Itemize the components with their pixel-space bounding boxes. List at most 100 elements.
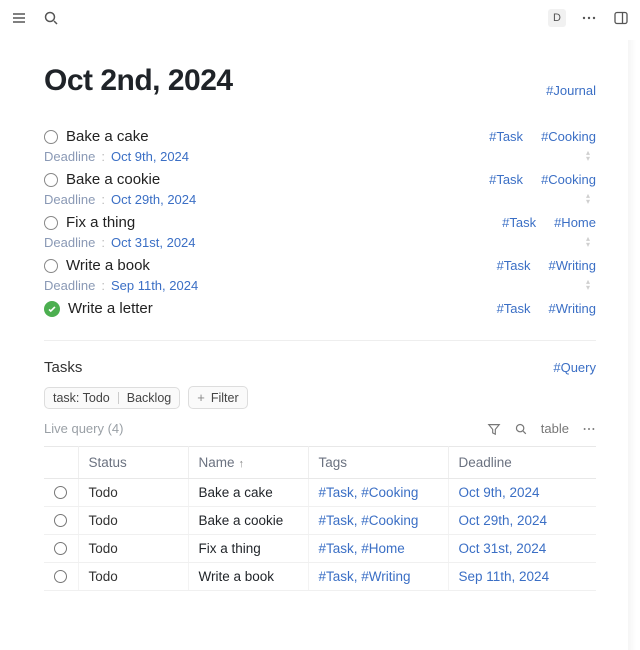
task-tag[interactable]: #Writing: [549, 258, 596, 273]
menu-icon[interactable]: [10, 9, 28, 27]
cell-tags: #Task, #Cooking: [308, 479, 448, 507]
cell-name[interactable]: Fix a thing: [188, 535, 308, 563]
deadline-colon: :: [101, 278, 105, 293]
table-row[interactable]: TodoBake a cookie#Task, #CookingOct 29th…: [44, 507, 596, 535]
cell-tag[interactable]: #Cooking: [361, 485, 418, 500]
title-row: Oct 2nd, 2024 #Journal: [44, 64, 596, 98]
task-title[interactable]: Bake a cookie: [66, 171, 160, 188]
cell-tag[interactable]: #Task: [319, 485, 354, 500]
page-tag[interactable]: #Journal: [546, 83, 596, 98]
col-deadline[interactable]: Deadline: [448, 447, 596, 479]
page-title[interactable]: Oct 2nd, 2024: [44, 64, 233, 98]
topbar-left: [10, 9, 60, 27]
task-row: Bake a cookie #Task #Cooking: [44, 169, 596, 189]
deadline-row: Deadline:Oct 9th, 2024▴▾: [44, 148, 596, 164]
cell-status: Todo: [78, 507, 188, 535]
task-title[interactable]: Fix a thing: [66, 214, 135, 231]
filter-chip-part-a: task: Todo: [53, 391, 110, 405]
search-icon[interactable]: [42, 9, 60, 27]
cell-name[interactable]: Bake a cookie: [188, 507, 308, 535]
checkbox-icon[interactable]: [44, 173, 58, 187]
task-title[interactable]: Write a letter: [68, 300, 153, 317]
stepper-icon[interactable]: ▴▾: [586, 191, 596, 207]
task-tag[interactable]: #Task: [502, 215, 536, 230]
task-tags: #Task #Writing: [497, 301, 596, 316]
cell-checkbox: [44, 563, 78, 591]
task-tag[interactable]: #Home: [554, 215, 596, 230]
live-query-label: Live query (4): [44, 421, 123, 436]
task-tag[interactable]: #Writing: [549, 301, 596, 316]
task-tag[interactable]: #Task: [489, 129, 523, 144]
cell-tag[interactable]: #Home: [361, 541, 405, 556]
cell-tags: #Task, #Home: [308, 535, 448, 563]
cell-tag[interactable]: #Task: [319, 569, 354, 584]
task-row: Write a book #Task #Writing: [44, 255, 596, 275]
avatar[interactable]: D: [548, 9, 566, 27]
checkbox-icon[interactable]: [44, 130, 58, 144]
col-tags[interactable]: Tags: [308, 447, 448, 479]
task-title[interactable]: Bake a cake: [66, 128, 149, 145]
checkbox-icon[interactable]: [44, 259, 58, 273]
filter-chip[interactable]: task: Todo Backlog: [44, 387, 180, 409]
topbar: D: [0, 0, 640, 36]
row-checkbox-icon[interactable]: [54, 514, 67, 527]
task-tag[interactable]: #Task: [489, 172, 523, 187]
row-checkbox-icon[interactable]: [54, 542, 67, 555]
task-title[interactable]: Write a book: [66, 257, 150, 274]
section-tag[interactable]: #Query: [553, 360, 596, 375]
search-icon-small[interactable]: [514, 421, 529, 436]
stepper-icon[interactable]: ▴▾: [586, 148, 596, 164]
col-name[interactable]: Name↑: [188, 447, 308, 479]
cell-checkbox: [44, 535, 78, 563]
col-status[interactable]: Status: [78, 447, 188, 479]
cell-deadline[interactable]: Oct 9th, 2024: [448, 479, 596, 507]
cell-tag[interactable]: #Writing: [361, 569, 410, 584]
filter-icon[interactable]: [487, 421, 502, 436]
cell-tag[interactable]: #Task: [319, 513, 354, 528]
table-row[interactable]: TodoBake a cake#Task, #CookingOct 9th, 2…: [44, 479, 596, 507]
cell-deadline[interactable]: Sep 11th, 2024: [448, 563, 596, 591]
page-content: Oct 2nd, 2024 #Journal Bake a cake#Task#…: [0, 36, 640, 591]
task-left: Bake a cake: [44, 128, 149, 145]
task-left: Write a book: [44, 257, 150, 274]
task-tag[interactable]: #Task: [497, 258, 531, 273]
row-checkbox-icon[interactable]: [54, 570, 67, 583]
cell-name[interactable]: Write a book: [188, 563, 308, 591]
section-title: Tasks: [44, 359, 82, 376]
more-icon[interactable]: [580, 9, 598, 27]
deadline-value[interactable]: Oct 29th, 2024: [111, 192, 196, 207]
deadline-colon: :: [101, 235, 105, 250]
chip-divider: [118, 392, 119, 404]
table-row[interactable]: TodoFix a thing#Task, #HomeOct 31st, 202…: [44, 535, 596, 563]
cell-tag[interactable]: #Task: [319, 541, 354, 556]
section-divider: [44, 340, 596, 341]
task-row: Write a letter #Task #Writing: [44, 298, 596, 318]
more-icon-small[interactable]: [581, 421, 596, 436]
cell-tag[interactable]: #Cooking: [361, 513, 418, 528]
task-tag[interactable]: #Cooking: [541, 172, 596, 187]
cell-deadline[interactable]: Oct 31st, 2024: [448, 535, 596, 563]
deadline-value[interactable]: Oct 9th, 2024: [111, 149, 189, 164]
checkbox-icon[interactable]: [44, 216, 58, 230]
task-tag[interactable]: #Cooking: [541, 129, 596, 144]
live-query-controls: table: [487, 421, 596, 436]
cell-status: Todo: [78, 535, 188, 563]
deadline-value[interactable]: Oct 31st, 2024: [111, 235, 196, 250]
row-checkbox-icon[interactable]: [54, 486, 67, 499]
task-tags: #Task #Cooking: [489, 172, 596, 187]
table-row[interactable]: TodoWrite a book#Task, #WritingSep 11th,…: [44, 563, 596, 591]
add-filter-button[interactable]: + Filter: [188, 386, 247, 409]
col-checkbox: [44, 447, 78, 479]
checkbox-done-icon[interactable]: [44, 301, 60, 317]
task-tag[interactable]: #Task: [497, 301, 531, 316]
stepper-icon[interactable]: ▴▾: [586, 234, 596, 250]
task-tags: #Task #Home: [502, 215, 596, 230]
cell-deadline[interactable]: Oct 29th, 2024: [448, 507, 596, 535]
cell-name[interactable]: Bake a cake: [188, 479, 308, 507]
view-switcher[interactable]: table: [541, 421, 569, 436]
stepper-icon[interactable]: ▴▾: [586, 277, 596, 293]
panel-toggle-icon[interactable]: [612, 9, 630, 27]
deadline-colon: :: [101, 192, 105, 207]
deadline-value[interactable]: Sep 11th, 2024: [111, 278, 198, 293]
right-edge-shadow: [628, 40, 636, 650]
